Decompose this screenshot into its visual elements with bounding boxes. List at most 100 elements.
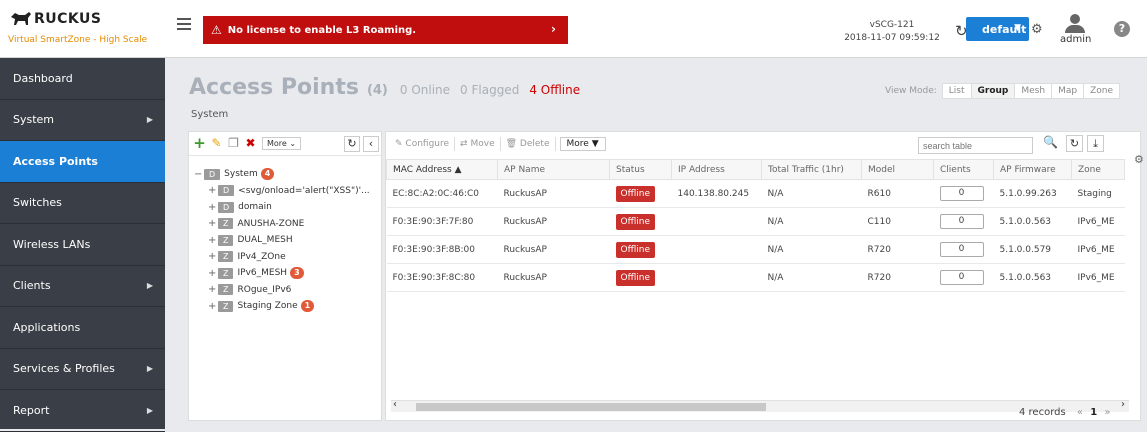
gear-icon[interactable]: ⚙ [1031, 22, 1043, 37]
column-header-model[interactable]: Model [861, 159, 934, 180]
expand-toggle[interactable]: + [208, 218, 218, 229]
view-mode-map[interactable]: Map [1051, 83, 1085, 99]
column-header-firmware[interactable]: AP Firmware [993, 159, 1072, 180]
search-input[interactable] [918, 137, 1033, 154]
sidebar-item-clients[interactable]: Clients ▶ [0, 266, 165, 307]
tree-node[interactable]: + D <svg/onload='alert("XSS")'... [194, 183, 379, 200]
clients-count[interactable]: 0 [939, 242, 984, 257]
tree-node[interactable]: + Ddomain [194, 199, 379, 216]
zone-badge: Z [218, 284, 234, 296]
cell-ap-name: RuckusAP [497, 179, 610, 208]
user-menu[interactable]: admin [1060, 10, 1091, 45]
download-icon[interactable]: ⤓ [1087, 135, 1104, 152]
tree-node[interactable]: + Z IPv4_ZOne [194, 249, 379, 266]
view-mode-list[interactable]: List [941, 83, 972, 99]
scrollbar-thumb[interactable] [416, 403, 766, 411]
tree-node-system[interactable]: − D System 4 [194, 166, 379, 183]
tree-node-label: domain [238, 202, 272, 213]
configure-button[interactable]: ✎ Configure [390, 137, 456, 151]
breadcrumb[interactable]: System [191, 109, 228, 120]
cell-model: C110 [861, 207, 934, 236]
sidebar-item-label: Access Points [13, 154, 98, 168]
clients-count[interactable]: 0 [939, 186, 984, 201]
zone-badge: Z [218, 218, 234, 230]
column-header-clients[interactable]: Clients [933, 159, 994, 180]
table-row[interactable]: F0:3E:90:3F:7F:80 RuckusAP Offline N/A C… [386, 207, 1125, 236]
table-row[interactable]: EC:8C:A2:0C:46:C0 RuckusAP Offline 140.1… [386, 179, 1125, 208]
sidebar-item-applications[interactable]: Applications [0, 307, 165, 349]
menu-icon[interactable] [177, 18, 191, 32]
next-page-button[interactable]: » [1104, 407, 1110, 418]
system-info: vSCG-121 2018-11-07 09:59:12 [832, 19, 952, 45]
expand-toggle[interactable]: + [208, 268, 218, 279]
column-header-status[interactable]: Status [609, 159, 672, 180]
license-alert-banner[interactable]: ⚠ No license to enable L3 Roaming. › [203, 16, 568, 44]
cell-traffic: N/A [761, 235, 862, 264]
sidebar-item-dashboard[interactable]: Dashboard [0, 58, 165, 100]
clone-icon[interactable]: ❐ [226, 136, 241, 151]
tree-node-count: 4 [260, 168, 275, 181]
tree-node[interactable]: + Z ANUSHA-ZONE [194, 216, 379, 233]
expand-toggle[interactable]: + [208, 284, 218, 295]
tree-refresh-icon[interactable]: ↻ [344, 136, 360, 152]
tree-node[interactable]: + Z IPv6_MESH 3 [194, 265, 379, 282]
cell-model: R720 [861, 235, 934, 264]
delete-button[interactable]: 🗑 Delete [501, 137, 556, 151]
group-tree-panel: + ✎ ❐ ✖ More ⌄ ↻ ‹ − D System 4 + D <svg/onlo… [188, 131, 382, 421]
column-header-mac[interactable]: MAC Address ▲ [386, 159, 498, 180]
collapse-toggle[interactable]: − [194, 169, 204, 180]
sidebar-item-switches[interactable]: Switches [0, 183, 165, 224]
table-header-row: MAC Address ▲ AP Name Status IP Address … [386, 159, 1125, 180]
cell-ip: 140.138.80.245 [671, 179, 762, 208]
view-mode-group[interactable]: Group [970, 83, 1016, 99]
column-header-traffic[interactable]: Total Traffic (1hr) [761, 159, 862, 180]
column-header-zone[interactable]: Zone [1071, 159, 1125, 180]
triangle-right-icon: ▶ [146, 364, 153, 374]
view-mode-mesh[interactable]: Mesh [1014, 83, 1053, 99]
clients-count[interactable]: 0 [939, 214, 984, 229]
current-page[interactable]: 1 [1090, 407, 1097, 418]
status-badge: Offline [615, 269, 656, 286]
caret-down-icon: ▼ [1014, 23, 1021, 33]
sidebar-item-access-points[interactable]: Access Points [0, 141, 165, 183]
tree-node[interactable]: + Z DUAL_MESH [194, 232, 379, 249]
sidebar-item-services-profiles[interactable]: Services & Profiles ▶ [0, 349, 165, 390]
tree-node-label: ANUSHA-ZONE [237, 218, 305, 229]
table-row[interactable]: F0:3E:90:3F:8C:80 RuckusAP Offline N/A R… [386, 263, 1125, 292]
clients-count[interactable]: 0 [939, 270, 984, 285]
scroll-left-icon[interactable]: ‹ [393, 399, 397, 410]
cell-mac: F0:3E:90:3F:7F:80 [386, 207, 498, 236]
expand-toggle[interactable]: + [208, 251, 218, 262]
column-settings-gear-icon[interactable]: ⚙ [1134, 153, 1144, 166]
expand-toggle[interactable]: + [208, 235, 218, 246]
expand-toggle[interactable]: + [208, 202, 218, 213]
domain-select-button[interactable]: default ▼ [966, 17, 1029, 41]
expand-toggle[interactable]: + [208, 185, 218, 196]
sidebar-item-system[interactable]: System ▶ [0, 100, 165, 141]
grid-more-button[interactable]: More ▼ [559, 137, 606, 151]
tree-node-label: IPv4_ZOne [237, 251, 286, 262]
scroll-right-icon[interactable]: › [1121, 399, 1125, 410]
search-icon[interactable]: 🔍 [1043, 135, 1058, 149]
view-mode-zone[interactable]: Zone [1083, 83, 1120, 99]
tree-node[interactable]: + Z Staging Zone 1 [194, 298, 379, 315]
collapse-panel-icon[interactable]: ‹ [363, 136, 379, 152]
sidebar: Dashboard System ▶ Access Points Switches… [0, 58, 165, 432]
tree-node[interactable]: + Z ROgue_IPv6 [194, 282, 379, 299]
ruckus-logo[interactable]: RUCKUS Virtual SmartZone - High Scale [8, 7, 168, 53]
records-count: 4 records [1019, 407, 1066, 418]
grid-refresh-icon[interactable]: ↻ [1066, 135, 1083, 152]
edit-icon[interactable]: ✎ [209, 136, 224, 151]
help-icon[interactable]: ? [1114, 21, 1130, 37]
move-button[interactable]: ⇄ Move [455, 137, 501, 151]
sidebar-item-report[interactable]: Report ▶ [0, 390, 165, 432]
tree-more-button[interactable]: More ⌄ [262, 137, 302, 150]
table-row[interactable]: F0:3E:90:3F:8B:00 RuckusAP Offline N/A R… [386, 235, 1125, 264]
column-header-ip[interactable]: IP Address [671, 159, 762, 180]
delete-icon[interactable]: ✖ [243, 136, 258, 151]
add-icon[interactable]: + [192, 136, 207, 151]
expand-toggle[interactable]: + [208, 301, 218, 312]
sidebar-item-wireless-lans[interactable]: Wireless LANs [0, 224, 165, 266]
prev-page-button[interactable]: « [1077, 407, 1083, 418]
column-header-ap-name[interactable]: AP Name [497, 159, 610, 180]
